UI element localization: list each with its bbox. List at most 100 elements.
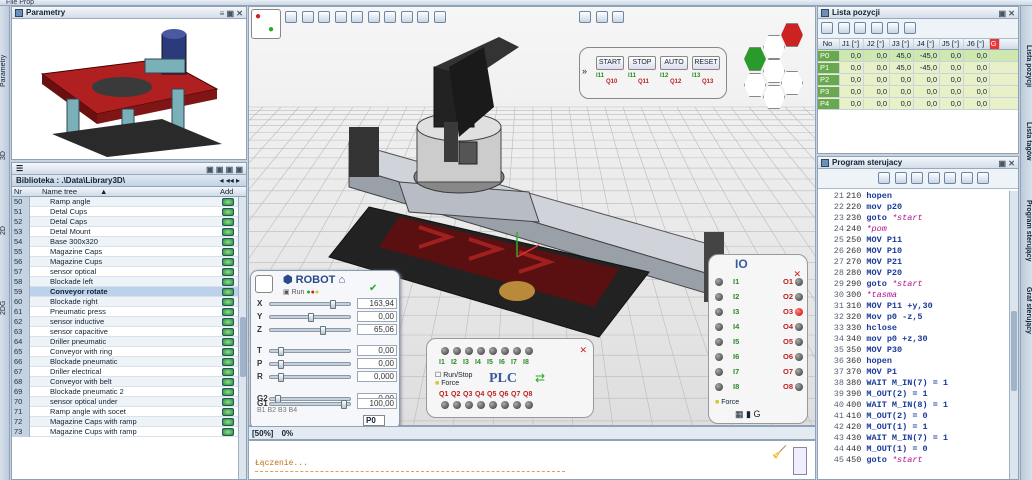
bit-b2[interactable]: B2 [268,407,277,414]
tab-2d[interactable]: 2D [0,221,10,241]
code-line[interactable]: 23 230 goto *start [818,213,1018,224]
slider-thumb[interactable] [308,313,314,322]
panel-tools[interactable]: ≡ ▣ ✕ [220,8,243,20]
add-item-icon[interactable] [222,208,234,216]
plc-runstop[interactable]: ☐ Run/Stop [435,371,472,379]
slider-thumb[interactable] [341,400,348,409]
output-led[interactable] [795,293,803,301]
add-item-icon[interactable] [222,358,234,366]
list-program-icon[interactable] [977,172,990,184]
add-item-icon[interactable] [222,348,234,356]
library-row[interactable]: 62 sensor inductive [12,317,246,327]
header-cell[interactable]: J2 [°] [864,39,890,49]
axis-value[interactable]: 65,06 [357,324,397,335]
settings-position-icon[interactable] [903,22,916,34]
code-line[interactable]: 34 340 mov p0 +z,30 [818,334,1018,345]
axis-slider[interactable] [269,326,351,335]
code-line[interactable]: 36 360 hopen [818,356,1018,367]
library-scrollbar[interactable] [238,197,246,479]
library-row[interactable]: 55 Magazine Caps [12,247,246,257]
tab-program-sterujacy[interactable]: Program sterujący [1022,191,1032,271]
add-item-icon[interactable] [222,198,234,206]
library-row[interactable]: 60 Blockade right [12,297,246,307]
header-cell[interactable]: J6 [°] [964,39,990,49]
code-line[interactable]: 42 420 M_OUT(1) = 1 [818,422,1018,433]
panel-tools[interactable]: ▣ ✕ [999,158,1015,170]
library-row[interactable]: 70 sensor optical under [12,397,246,407]
add-item-icon[interactable] [222,408,234,416]
reset-button[interactable]: RESET [692,56,720,70]
library-row[interactable]: 67 Driller electrical [12,367,246,377]
save-program-icon[interactable] [911,172,924,184]
input-led[interactable] [715,323,723,331]
plc-close-icon[interactable]: ✕ [579,345,587,356]
add-item-icon[interactable] [222,368,234,376]
pan-icon[interactable] [367,11,380,23]
output-led[interactable] [795,368,803,376]
code-line[interactable]: 21 210 hopen [818,191,1018,202]
console-scrollbar[interactable] [793,447,807,475]
add-item-icon[interactable] [222,338,234,346]
slider-thumb[interactable] [330,300,337,309]
code-line[interactable]: 45 450 goto *start [818,455,1018,466]
axis-value[interactable]: 0,00 [357,311,397,322]
tab-3d[interactable]: 3D [0,146,10,166]
axis-slider[interactable] [269,395,351,404]
add-item-icon[interactable] [222,388,234,396]
axis-slider[interactable] [269,313,351,322]
axis-slider[interactable] [269,360,351,369]
input-led[interactable] [715,308,723,316]
slider-thumb[interactable] [277,360,284,369]
code-line[interactable]: 40 400 WAIT M_IN(8) = 1 [818,400,1018,411]
axis-slider[interactable] [269,347,351,356]
add-item-icon[interactable] [222,258,234,266]
broom-icon[interactable]: 🧹 [772,445,787,459]
bit-b4[interactable]: B4 [289,407,298,414]
code-line[interactable]: 22 220 mov p20 [818,202,1018,213]
bit-b1[interactable]: B1 [257,407,266,414]
library-row[interactable]: 52 Detal Caps [12,217,246,227]
tab-lista-tagow[interactable]: Lista tagów [1022,116,1032,166]
open-program-icon[interactable] [894,172,907,184]
code-line[interactable]: 29 290 goto *start [818,279,1018,290]
robot-ok-icon[interactable]: ✔ [369,283,377,294]
output-led[interactable] [795,383,803,391]
debug-program-icon[interactable] [944,172,957,184]
add-item-icon[interactable] [222,378,234,386]
library-row[interactable]: 63 sensor capacitive [12,327,246,337]
code-line[interactable]: 24 240 *pom [818,224,1018,235]
auto-button[interactable]: AUTO [660,56,688,70]
code-line[interactable]: 28 280 MOV P20 [818,268,1018,279]
zoom-icon[interactable] [384,11,397,23]
header-cell[interactable]: J1 [°] [840,39,864,49]
eraser-icon[interactable] [433,11,446,23]
record-icon[interactable] [400,11,413,23]
tab-graf-sterujacy[interactable]: Graf sterujący [1022,276,1032,346]
add-item-icon[interactable] [222,268,234,276]
scrollbar-thumb[interactable] [240,317,246,377]
header-cell[interactable]: G [990,39,1000,49]
add-item-icon[interactable] [222,248,234,256]
program-code[interactable]: 21 210 hopen 22 220 mov p20 23 230 goto *st… [818,189,1018,466]
code-line[interactable]: 37 370 MOV P1 [818,367,1018,378]
axis-slider[interactable] [269,373,351,382]
position-row[interactable]: P1 0,0 0,0 45,0 -45,0 0,0 0,0 [818,62,1018,74]
slider-thumb[interactable] [277,347,284,356]
view-cube-icon[interactable]: ● ● [251,9,281,39]
start-button[interactable]: START [596,56,624,70]
library-row[interactable]: 58 Blockade left [12,277,246,287]
plc-force[interactable]: ■ Force [435,380,459,387]
library-nav-buttons[interactable]: ◂ ◂◂ ▸ [219,175,240,187]
robot-mode-icon[interactable] [255,275,273,293]
library-row[interactable]: 68 Conveyor with belt [12,377,246,387]
input-led[interactable] [715,383,723,391]
stop-icon[interactable] [417,11,430,23]
output-led[interactable] [795,308,803,316]
zoom-out-icon[interactable] [612,11,625,23]
library-row[interactable]: 69 Blockade pneumatic 2 [12,387,246,397]
tab-parametry[interactable]: Parametry [0,46,10,96]
code-line[interactable]: 25 250 MOV P11 [818,235,1018,246]
code-line[interactable]: 35 350 MOV P30 [818,345,1018,356]
bit-b3[interactable]: B3 [278,407,287,414]
add-item-icon[interactable] [222,308,234,316]
